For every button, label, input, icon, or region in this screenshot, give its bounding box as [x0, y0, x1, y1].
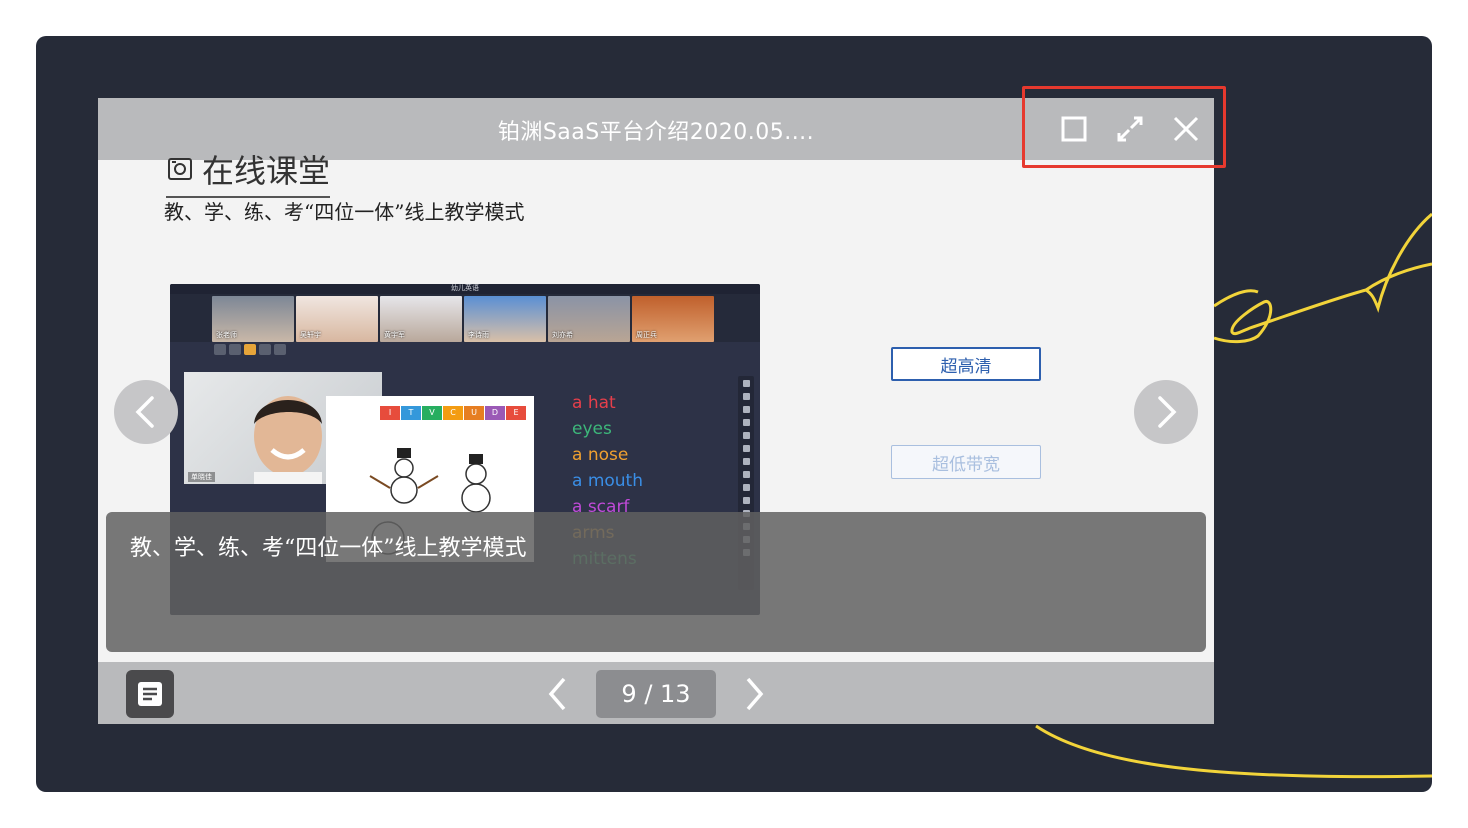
slide-subheading: 教、学、练、考“四位一体”线上教学模式 — [164, 200, 525, 224]
video-thumb: 李诗雨 — [464, 296, 546, 342]
video-label: 张老师 — [216, 331, 237, 339]
mic-icon — [214, 344, 226, 355]
video-thumb: 周正兵 — [632, 296, 714, 342]
speaker-notes-overlay: 教、学、练、考“四位一体”线上教学模式 — [106, 512, 1206, 652]
hd-quality-button[interactable]: 超高清 — [891, 347, 1041, 381]
tool-icon — [742, 497, 750, 504]
slide-heading: 在线课堂 — [166, 146, 331, 198]
notes-icon — [138, 682, 162, 706]
video-label: 周正兵 — [636, 331, 657, 339]
reward-icon — [259, 344, 271, 355]
video-thumb: 吴轩宇 — [296, 296, 378, 342]
vocab-word: eyes — [572, 419, 612, 439]
prev-slide-button[interactable] — [114, 380, 178, 444]
tool-icon — [742, 419, 750, 426]
pencil-row: I T V C U D E — [380, 406, 526, 420]
screenshot-titlebar: 幼儿英语 — [170, 284, 760, 294]
tool-icon — [742, 406, 750, 413]
notes-button[interactable] — [126, 670, 174, 718]
screenshot-app-title: 幼儿英语 — [451, 284, 479, 292]
tool-icon — [742, 484, 750, 491]
prev-page-button[interactable] — [538, 672, 578, 716]
next-slide-button[interactable] — [1134, 380, 1198, 444]
media-controls — [214, 344, 286, 355]
video-label: 李诗雨 — [468, 331, 489, 339]
page-indicator: 9 / 13 — [596, 670, 716, 718]
next-page-button[interactable] — [734, 672, 774, 716]
video-strip: 张老师 吴轩宇 黄宇军 李诗雨 刘亦希 周正兵 — [170, 294, 760, 342]
kick-icon — [274, 344, 286, 355]
tool-icon — [742, 380, 750, 387]
video-thumb: 黄宇军 — [380, 296, 462, 342]
camera-icon — [168, 158, 192, 180]
hand-icon — [244, 344, 256, 355]
chevron-right-icon — [746, 677, 764, 711]
student-video-label: 单晓佳 — [188, 472, 215, 482]
viewer-bottombar: 9 / 13 — [98, 662, 1214, 724]
tool-icon — [742, 471, 750, 478]
speaker-notes-text: 教、学、练、考“四位一体”线上教学模式 — [130, 536, 527, 561]
tool-icon — [742, 458, 750, 465]
video-label: 吴轩宇 — [300, 331, 321, 339]
video-thumb: 刘亦希 — [548, 296, 630, 342]
video-label: 黄宇军 — [384, 331, 405, 339]
vocab-word: a nose — [572, 445, 629, 465]
chevron-right-icon — [1158, 396, 1177, 428]
tool-icon — [742, 432, 750, 439]
low-bandwidth-button[interactable]: 超低带宽 — [891, 445, 1041, 479]
tool-icon — [742, 393, 750, 400]
vocab-word: a hat — [572, 393, 616, 413]
camera-small-icon — [229, 344, 241, 355]
chevron-left-icon — [548, 677, 566, 711]
chevron-left-icon — [135, 396, 154, 428]
window-controls-highlight — [1022, 86, 1226, 168]
slide-heading-text: 在线课堂 — [202, 152, 331, 190]
vocab-word: a mouth — [572, 471, 643, 491]
video-label: 刘亦希 — [552, 331, 573, 339]
tool-icon — [742, 445, 750, 452]
video-thumb: 张老师 — [212, 296, 294, 342]
